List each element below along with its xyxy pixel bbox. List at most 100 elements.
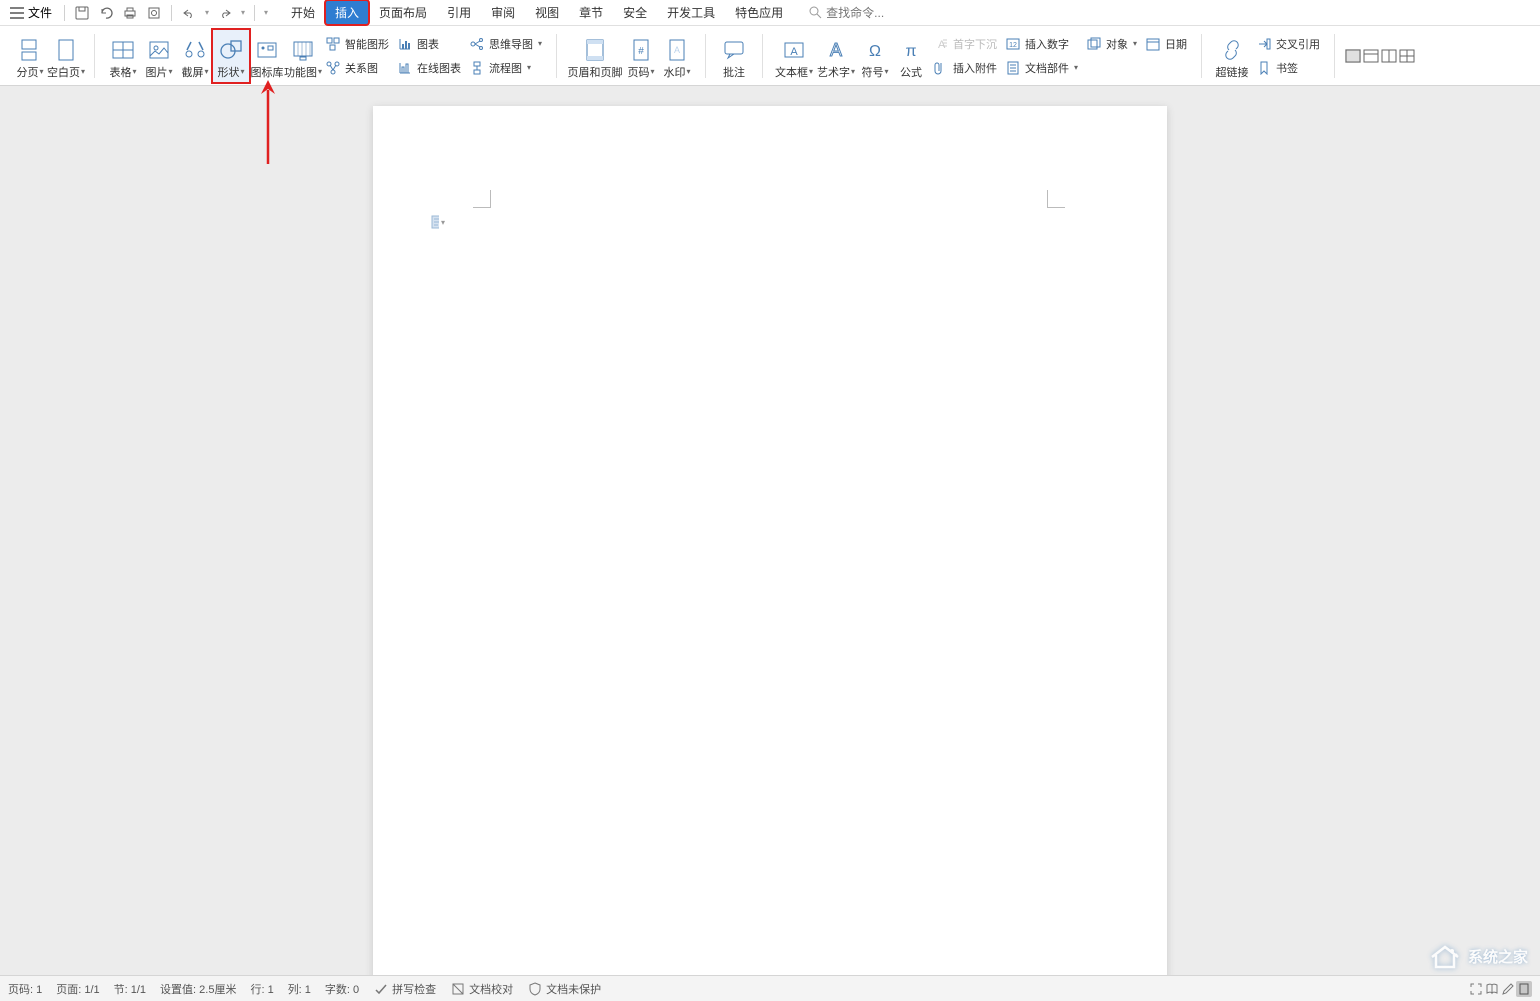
status-position[interactable]: 设置值: 2.5厘米 bbox=[160, 981, 236, 997]
paragraph-options-icon[interactable] bbox=[431, 214, 445, 230]
status-protection[interactable]: 文档未保护 bbox=[527, 981, 601, 997]
drop-cap-button[interactable]: A首字下沉 bbox=[929, 33, 1001, 55]
view-mode-1-icon[interactable] bbox=[1345, 49, 1361, 63]
status-page[interactable]: 页面: 1/1 bbox=[56, 981, 99, 997]
picture-button[interactable]: 图片 bbox=[141, 30, 177, 82]
hyperlink-button[interactable]: 超链接 bbox=[1212, 30, 1252, 82]
label: 公式 bbox=[900, 64, 922, 80]
separator bbox=[762, 34, 763, 78]
table-button[interactable]: 表格 bbox=[105, 30, 141, 82]
document-page[interactable] bbox=[373, 106, 1167, 975]
chart-button[interactable]: 图表 bbox=[393, 33, 465, 55]
relation-chart-button[interactable]: 关系图 bbox=[321, 57, 393, 79]
bookmark-button[interactable]: 书签 bbox=[1252, 57, 1324, 79]
command-search[interactable] bbox=[809, 6, 896, 20]
svg-text:π: π bbox=[905, 43, 916, 60]
page-view-icon[interactable] bbox=[1516, 981, 1532, 997]
tab-review[interactable]: 审阅 bbox=[481, 0, 525, 25]
page-number-button[interactable]: # 页码 bbox=[623, 30, 659, 82]
doc-parts-button[interactable]: 文档部件 bbox=[1001, 57, 1082, 79]
fullscreen-icon[interactable] bbox=[1468, 981, 1484, 997]
icon-library-button[interactable]: 图标库 bbox=[249, 30, 285, 82]
ribbon-insert: 分页 空白页 表格 图片 截屏 形状 图标库 功能图 bbox=[0, 26, 1540, 86]
view-mode-2-icon[interactable] bbox=[1363, 49, 1379, 63]
wordart-button[interactable]: A 艺术字 bbox=[815, 30, 857, 82]
status-column[interactable]: 列: 1 bbox=[288, 981, 311, 997]
print-preview-icon[interactable] bbox=[143, 2, 165, 24]
separator bbox=[254, 5, 255, 21]
undo-icon[interactable] bbox=[95, 2, 117, 24]
cross-reference-button[interactable]: 交叉引用 bbox=[1252, 33, 1324, 55]
status-proofread[interactable]: 文档校对 bbox=[450, 981, 513, 997]
screenshot-button[interactable]: 截屏 bbox=[177, 30, 213, 82]
hamburger-icon bbox=[10, 7, 24, 19]
function-chart-button[interactable]: 功能图 bbox=[285, 30, 321, 82]
view-mode-3-icon[interactable] bbox=[1381, 49, 1397, 63]
dropdown-icon[interactable]: ▾ bbox=[202, 2, 212, 24]
object-icon bbox=[1086, 36, 1102, 52]
search-input[interactable] bbox=[826, 6, 896, 20]
dropdown-icon[interactable]: ▾ bbox=[238, 2, 248, 24]
label: 批注 bbox=[723, 64, 745, 80]
tab-insert[interactable]: 插入 bbox=[325, 0, 369, 25]
label: 符号 bbox=[862, 64, 889, 80]
save-icon[interactable] bbox=[71, 2, 93, 24]
edit-icon[interactable] bbox=[1500, 981, 1516, 997]
equation-button[interactable]: π 公式 bbox=[893, 30, 929, 82]
tab-special[interactable]: 特色应用 bbox=[725, 0, 793, 25]
shapes-icon bbox=[217, 36, 245, 64]
label: 对象 bbox=[1106, 36, 1128, 52]
insert-attachment-button[interactable]: 插入附件 bbox=[929, 57, 1001, 79]
symbol-button[interactable]: Ω 符号 bbox=[857, 30, 893, 82]
status-line[interactable]: 行: 1 bbox=[250, 981, 273, 997]
document-workspace[interactable] bbox=[0, 86, 1540, 975]
blank-page-button[interactable]: 空白页 bbox=[48, 30, 84, 82]
status-spellcheck[interactable]: 拼写检查 bbox=[373, 981, 436, 997]
label: 空白页 bbox=[47, 64, 85, 80]
margin-corner-tr bbox=[1047, 190, 1065, 208]
status-page-number[interactable]: 页码: 1 bbox=[8, 981, 42, 997]
mindmap-button[interactable]: 思维导图 bbox=[465, 33, 546, 55]
label: 超链接 bbox=[1216, 64, 1249, 80]
tab-view[interactable]: 视图 bbox=[525, 0, 569, 25]
svg-text:A: A bbox=[674, 45, 680, 55]
app-menu[interactable]: 文件 bbox=[4, 4, 58, 21]
reading-view-icon[interactable] bbox=[1484, 981, 1500, 997]
object-button[interactable]: 对象 bbox=[1082, 33, 1141, 55]
customize-qat-icon[interactable]: ▾ bbox=[261, 2, 271, 24]
watermark-button[interactable]: A 水印 bbox=[659, 30, 695, 82]
hyperlink-icon bbox=[1218, 36, 1246, 64]
tab-reference[interactable]: 引用 bbox=[437, 0, 481, 25]
smart-art-button[interactable]: 智能图形 bbox=[321, 33, 393, 55]
page-break-button[interactable]: 分页 bbox=[12, 30, 48, 82]
undo-dropdown-icon[interactable] bbox=[178, 2, 200, 24]
header-footer-button[interactable]: 页眉和页脚 bbox=[567, 30, 623, 82]
separator bbox=[1334, 34, 1335, 78]
print-icon[interactable] bbox=[119, 2, 141, 24]
table-icon bbox=[109, 36, 137, 64]
date-button[interactable]: 日期 bbox=[1141, 33, 1191, 55]
separator bbox=[556, 34, 557, 78]
label: 图片 bbox=[145, 64, 172, 80]
menu-bar: 文件 ▾ ▾ ▾ 开始 插入 页面布局 引用 审阅 视图 章节 安全 开发工具 … bbox=[0, 0, 1540, 26]
tab-chapter[interactable]: 章节 bbox=[569, 0, 613, 25]
watermark-icon: A bbox=[663, 36, 691, 64]
insert-number-button[interactable]: 12插入数字 bbox=[1001, 33, 1082, 55]
online-chart-button[interactable]: 在线图表 bbox=[393, 57, 465, 79]
tab-layout[interactable]: 页面布局 bbox=[369, 0, 437, 25]
status-word-count[interactable]: 字数: 0 bbox=[325, 981, 359, 997]
status-section[interactable]: 节: 1/1 bbox=[114, 981, 146, 997]
comment-button[interactable]: 批注 bbox=[716, 30, 752, 82]
margin-corner-tl bbox=[473, 190, 491, 208]
redo-dropdown-icon[interactable] bbox=[214, 2, 236, 24]
separator bbox=[171, 5, 172, 21]
tab-start[interactable]: 开始 bbox=[281, 0, 325, 25]
flowchart-button[interactable]: 流程图 bbox=[465, 57, 546, 79]
shapes-button[interactable]: 形状 bbox=[213, 30, 249, 82]
tab-security[interactable]: 安全 bbox=[613, 0, 657, 25]
tab-dev[interactable]: 开发工具 bbox=[657, 0, 725, 25]
label: 日期 bbox=[1165, 36, 1187, 52]
separator bbox=[64, 5, 65, 21]
textbox-button[interactable]: A 文本框 bbox=[773, 30, 815, 82]
view-mode-4-icon[interactable] bbox=[1399, 49, 1415, 63]
